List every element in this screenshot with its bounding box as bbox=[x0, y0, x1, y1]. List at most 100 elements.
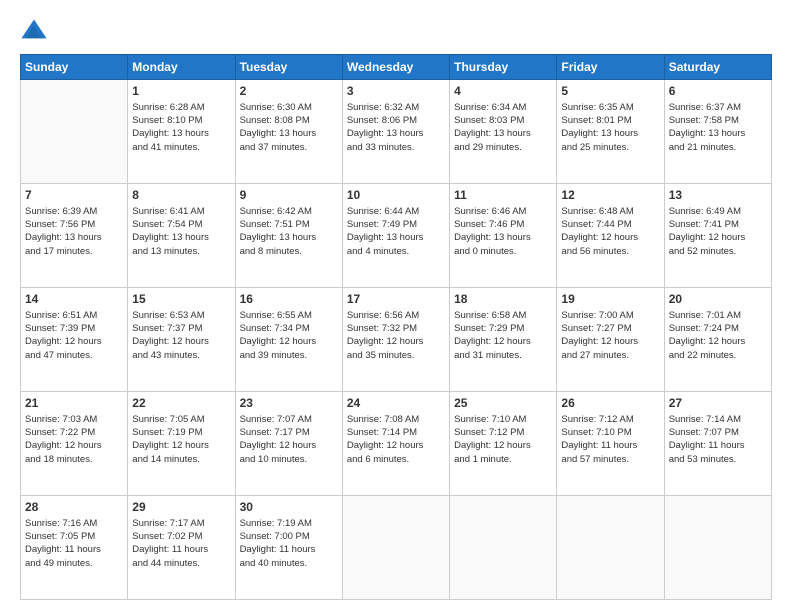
day-info: Sunrise: 7:19 AM bbox=[240, 517, 338, 530]
day-info: and 27 minutes. bbox=[561, 349, 659, 362]
day-info: Sunrise: 6:49 AM bbox=[669, 205, 767, 218]
day-info: Sunrise: 6:42 AM bbox=[240, 205, 338, 218]
day-info: and 1 minute. bbox=[454, 453, 552, 466]
calendar-cell: 26Sunrise: 7:12 AMSunset: 7:10 PMDayligh… bbox=[557, 392, 664, 496]
day-number: 12 bbox=[561, 187, 659, 204]
day-info: Sunset: 7:19 PM bbox=[132, 426, 230, 439]
day-info: and 8 minutes. bbox=[240, 245, 338, 258]
calendar-cell: 12Sunrise: 6:48 AMSunset: 7:44 PMDayligh… bbox=[557, 184, 664, 288]
day-info: Sunset: 8:10 PM bbox=[132, 114, 230, 127]
day-info: Daylight: 12 hours bbox=[454, 335, 552, 348]
day-info: Sunset: 8:06 PM bbox=[347, 114, 445, 127]
day-info: Sunset: 7:51 PM bbox=[240, 218, 338, 231]
calendar-cell bbox=[664, 496, 771, 600]
day-info: Daylight: 12 hours bbox=[669, 231, 767, 244]
day-number: 21 bbox=[25, 395, 123, 412]
day-info: Sunrise: 7:03 AM bbox=[25, 413, 123, 426]
calendar-cell: 22Sunrise: 7:05 AMSunset: 7:19 PMDayligh… bbox=[128, 392, 235, 496]
day-info: Daylight: 12 hours bbox=[240, 335, 338, 348]
calendar-cell: 16Sunrise: 6:55 AMSunset: 7:34 PMDayligh… bbox=[235, 288, 342, 392]
day-info: Sunrise: 7:01 AM bbox=[669, 309, 767, 322]
header bbox=[20, 16, 772, 44]
day-number: 30 bbox=[240, 499, 338, 516]
day-number: 11 bbox=[454, 187, 552, 204]
calendar-cell: 15Sunrise: 6:53 AMSunset: 7:37 PMDayligh… bbox=[128, 288, 235, 392]
calendar-week-row: 7Sunrise: 6:39 AMSunset: 7:56 PMDaylight… bbox=[21, 184, 772, 288]
day-info: Sunset: 7:54 PM bbox=[132, 218, 230, 231]
day-info: Daylight: 13 hours bbox=[561, 127, 659, 140]
day-info: and 22 minutes. bbox=[669, 349, 767, 362]
day-info: Daylight: 11 hours bbox=[669, 439, 767, 452]
day-info: Daylight: 12 hours bbox=[669, 335, 767, 348]
calendar-week-row: 21Sunrise: 7:03 AMSunset: 7:22 PMDayligh… bbox=[21, 392, 772, 496]
day-info: and 18 minutes. bbox=[25, 453, 123, 466]
day-info: and 37 minutes. bbox=[240, 141, 338, 154]
day-info: Sunrise: 6:37 AM bbox=[669, 101, 767, 114]
calendar-cell bbox=[557, 496, 664, 600]
day-number: 28 bbox=[25, 499, 123, 516]
day-number: 13 bbox=[669, 187, 767, 204]
day-info: Daylight: 11 hours bbox=[25, 543, 123, 556]
calendar-cell: 20Sunrise: 7:01 AMSunset: 7:24 PMDayligh… bbox=[664, 288, 771, 392]
page: SundayMondayTuesdayWednesdayThursdayFrid… bbox=[0, 0, 792, 612]
day-info: and 21 minutes. bbox=[669, 141, 767, 154]
day-info: and 6 minutes. bbox=[347, 453, 445, 466]
day-info: and 31 minutes. bbox=[454, 349, 552, 362]
day-info: Sunset: 7:27 PM bbox=[561, 322, 659, 335]
day-info: Sunrise: 6:51 AM bbox=[25, 309, 123, 322]
day-number: 17 bbox=[347, 291, 445, 308]
day-info: and 33 minutes. bbox=[347, 141, 445, 154]
day-info: and 25 minutes. bbox=[561, 141, 659, 154]
day-info: Sunset: 7:24 PM bbox=[669, 322, 767, 335]
day-info: and 57 minutes. bbox=[561, 453, 659, 466]
calendar-day-header: Wednesday bbox=[342, 55, 449, 80]
day-info: Sunset: 7:12 PM bbox=[454, 426, 552, 439]
day-info: Daylight: 12 hours bbox=[25, 439, 123, 452]
day-info: Sunrise: 6:58 AM bbox=[454, 309, 552, 322]
day-number: 14 bbox=[25, 291, 123, 308]
day-number: 1 bbox=[132, 83, 230, 100]
day-info: Sunrise: 7:05 AM bbox=[132, 413, 230, 426]
calendar-cell: 9Sunrise: 6:42 AMSunset: 7:51 PMDaylight… bbox=[235, 184, 342, 288]
day-number: 26 bbox=[561, 395, 659, 412]
day-info: Sunrise: 7:00 AM bbox=[561, 309, 659, 322]
calendar-cell: 10Sunrise: 6:44 AMSunset: 7:49 PMDayligh… bbox=[342, 184, 449, 288]
day-info: Sunset: 8:01 PM bbox=[561, 114, 659, 127]
day-info: Sunset: 7:39 PM bbox=[25, 322, 123, 335]
day-number: 8 bbox=[132, 187, 230, 204]
logo bbox=[20, 16, 52, 44]
day-info: and 52 minutes. bbox=[669, 245, 767, 258]
day-number: 27 bbox=[669, 395, 767, 412]
calendar-cell: 28Sunrise: 7:16 AMSunset: 7:05 PMDayligh… bbox=[21, 496, 128, 600]
day-info: Daylight: 12 hours bbox=[132, 335, 230, 348]
calendar-day-header: Saturday bbox=[664, 55, 771, 80]
day-info: Sunrise: 6:35 AM bbox=[561, 101, 659, 114]
day-info: Sunset: 7:10 PM bbox=[561, 426, 659, 439]
day-info: Sunrise: 7:08 AM bbox=[347, 413, 445, 426]
day-info: and 41 minutes. bbox=[132, 141, 230, 154]
day-info: Sunrise: 6:48 AM bbox=[561, 205, 659, 218]
calendar-cell: 1Sunrise: 6:28 AMSunset: 8:10 PMDaylight… bbox=[128, 80, 235, 184]
day-number: 20 bbox=[669, 291, 767, 308]
calendar-cell: 29Sunrise: 7:17 AMSunset: 7:02 PMDayligh… bbox=[128, 496, 235, 600]
calendar-cell: 3Sunrise: 6:32 AMSunset: 8:06 PMDaylight… bbox=[342, 80, 449, 184]
calendar-cell bbox=[342, 496, 449, 600]
calendar-table: SundayMondayTuesdayWednesdayThursdayFrid… bbox=[20, 54, 772, 600]
day-number: 6 bbox=[669, 83, 767, 100]
day-info: Sunset: 7:34 PM bbox=[240, 322, 338, 335]
day-info: Daylight: 12 hours bbox=[25, 335, 123, 348]
calendar-cell: 8Sunrise: 6:41 AMSunset: 7:54 PMDaylight… bbox=[128, 184, 235, 288]
day-info: Daylight: 12 hours bbox=[347, 439, 445, 452]
calendar-cell: 24Sunrise: 7:08 AMSunset: 7:14 PMDayligh… bbox=[342, 392, 449, 496]
calendar-cell: 13Sunrise: 6:49 AMSunset: 7:41 PMDayligh… bbox=[664, 184, 771, 288]
day-info: Sunrise: 7:17 AM bbox=[132, 517, 230, 530]
day-info: Sunset: 7:05 PM bbox=[25, 530, 123, 543]
day-info: Sunrise: 6:46 AM bbox=[454, 205, 552, 218]
day-info: Daylight: 11 hours bbox=[132, 543, 230, 556]
day-info: Sunset: 7:29 PM bbox=[454, 322, 552, 335]
calendar-cell: 18Sunrise: 6:58 AMSunset: 7:29 PMDayligh… bbox=[450, 288, 557, 392]
day-info: Sunset: 7:37 PM bbox=[132, 322, 230, 335]
day-info: Sunrise: 6:55 AM bbox=[240, 309, 338, 322]
calendar-week-row: 28Sunrise: 7:16 AMSunset: 7:05 PMDayligh… bbox=[21, 496, 772, 600]
day-info: Sunrise: 7:12 AM bbox=[561, 413, 659, 426]
